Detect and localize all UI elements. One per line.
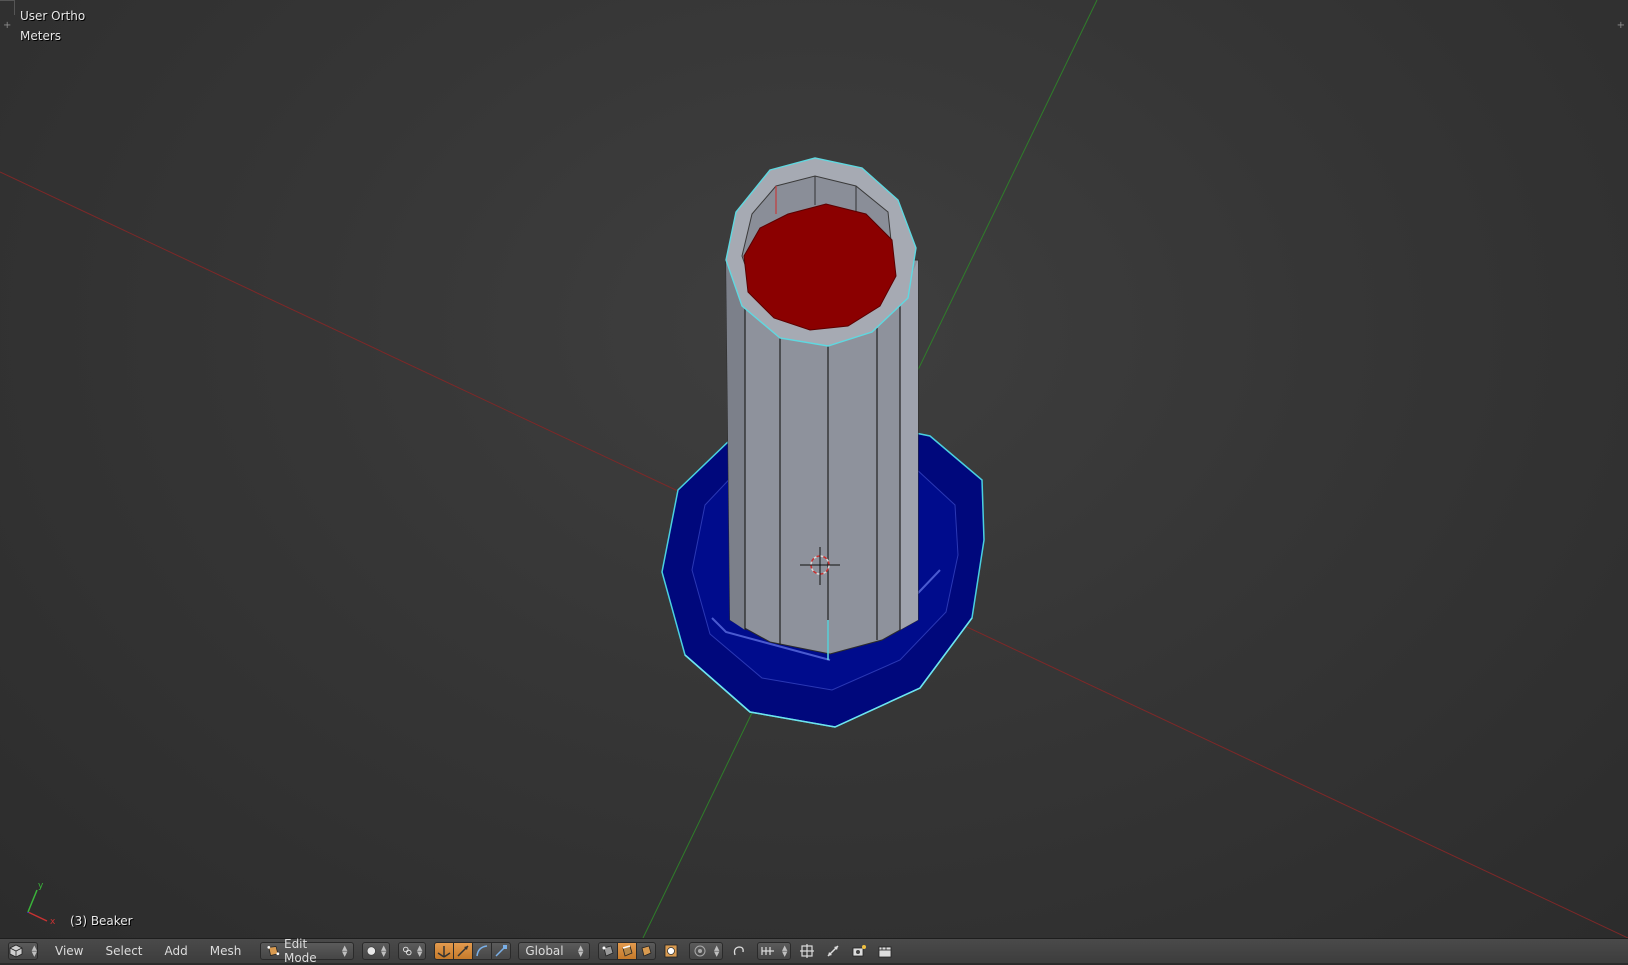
scale-button[interactable]	[491, 942, 512, 960]
scale-arrow-icon	[495, 945, 508, 957]
snap-element-dropdown[interactable]: ▲ ▼	[757, 942, 792, 960]
occlude-geometry-icon	[664, 944, 678, 958]
select-mode-group	[598, 942, 657, 960]
menu-add[interactable]: Add	[154, 944, 199, 958]
menu-select[interactable]: Select	[94, 944, 153, 958]
gizmo-x-line	[27, 911, 48, 922]
proportional-edit-dropdown[interactable]: ▲ ▼	[689, 942, 724, 960]
axis-gizmo: x y	[27, 881, 56, 927]
gizmo-y-label: y	[38, 881, 44, 891]
orientation-label: Global	[525, 944, 564, 958]
3d-viewport[interactable]: x y User Ortho Meters (3) Beaker + +	[0, 0, 1628, 938]
mirror-icon	[827, 945, 839, 957]
menu-view[interactable]: View	[44, 944, 94, 958]
pivot-median-icon	[403, 946, 412, 956]
menu-mesh[interactable]: Mesh	[199, 944, 253, 958]
manipulator-group	[434, 942, 512, 960]
tube-side-right	[900, 260, 918, 630]
orientation-dropdown[interactable]: Global ▲ ▼	[518, 942, 591, 960]
rotate-arc-icon	[476, 945, 488, 957]
updown-icon: ▲ ▼	[341, 944, 348, 958]
mirror-button[interactable]	[823, 942, 843, 960]
face-select-icon	[641, 945, 652, 957]
units-label: Meters	[20, 29, 62, 43]
gizmo-x-label: x	[50, 917, 56, 927]
snap-toggle-button[interactable]	[729, 942, 749, 960]
manipulator-toggle-icon	[437, 946, 451, 958]
occlude-geometry-button[interactable]	[661, 942, 681, 960]
updown-icon: ▲ ▼	[713, 944, 720, 958]
proportional-edit-icon	[694, 945, 706, 957]
render-camera-button[interactable]	[849, 942, 869, 960]
mode-label: Edit Mode	[283, 937, 317, 965]
translate-button[interactable]	[453, 942, 474, 960]
updown-icon: ▲ ▼	[781, 944, 788, 958]
editor-type-button[interactable]: ▲ ▼	[8, 942, 38, 960]
rotate-button[interactable]	[472, 942, 493, 960]
translate-arrow-icon	[457, 945, 469, 957]
beaker-tube[interactable]	[725, 157, 919, 660]
render-anim-icon	[878, 946, 892, 958]
updown-icon: ▲ ▼	[380, 944, 387, 958]
manipulator-toggle-button[interactable]	[434, 942, 455, 960]
pivot-dropdown[interactable]: ▲ ▼	[398, 942, 427, 960]
scene-canvas[interactable]: x y	[0, 0, 1628, 938]
updown-icon: ▲ ▼	[31, 944, 37, 958]
updown-icon: ▲ ▼	[577, 944, 584, 958]
edit-mode-icon	[267, 946, 280, 956]
cube-3d-icon	[9, 944, 23, 958]
region-toggle-right-icon[interactable]: +	[1617, 20, 1625, 31]
updown-icon: ▲ ▼	[416, 944, 423, 958]
vertex-select-icon	[602, 945, 614, 957]
vertex-select-button[interactable]	[598, 942, 619, 960]
face-select-button[interactable]	[636, 942, 657, 960]
object-info-label: (3) Beaker	[70, 914, 133, 928]
solid-sphere-icon	[367, 946, 377, 956]
shading-dropdown[interactable]: ▲ ▼	[362, 942, 391, 960]
edge-select-icon	[622, 945, 633, 957]
snap-toggle-icon	[734, 946, 745, 956]
render-anim-button[interactable]	[875, 942, 895, 960]
mode-dropdown[interactable]: Edit Mode ▲ ▼	[260, 937, 355, 965]
region-toggle-left-icon[interactable]: +	[3, 20, 11, 31]
view-name-label: User Ortho	[20, 9, 86, 23]
edge-select-button[interactable]	[617, 942, 638, 960]
render-camera-icon	[852, 945, 867, 957]
snap-increment-icon	[761, 947, 775, 955]
snap-target-icon	[800, 944, 815, 958]
gizmo-y-line	[27, 889, 38, 913]
snap-target-button[interactable]	[797, 942, 817, 960]
viewport-header: ▲ ▼ View Select Add Mesh Edit Mode ▲ ▼ ▲ ▼ …	[0, 937, 1628, 965]
